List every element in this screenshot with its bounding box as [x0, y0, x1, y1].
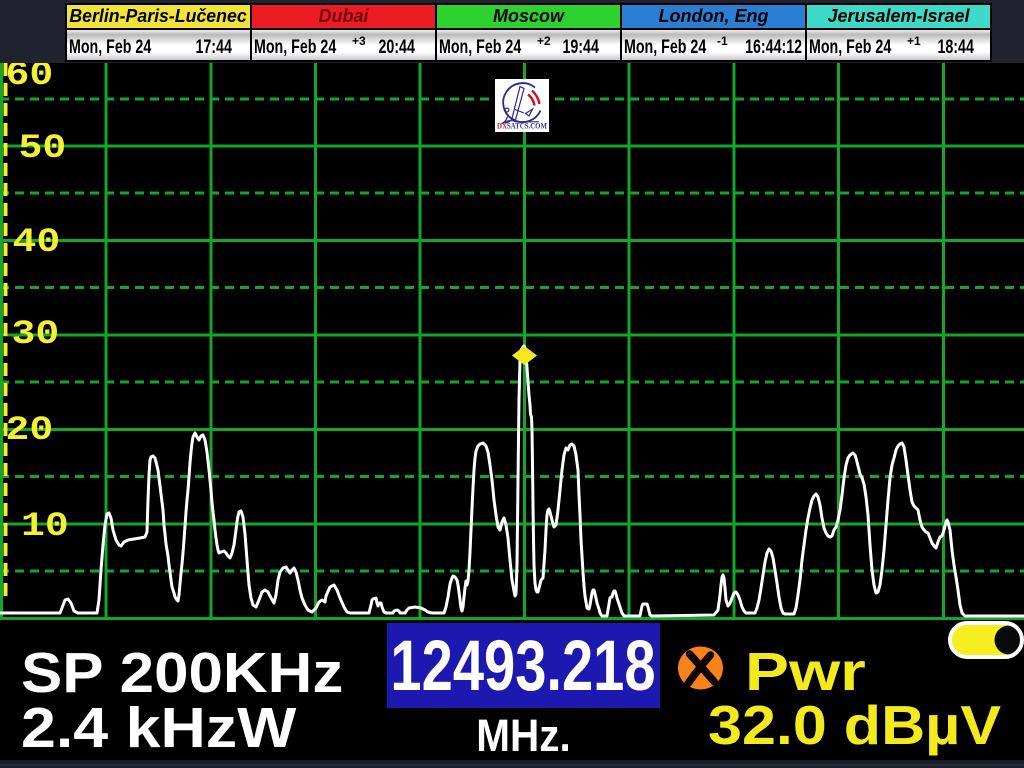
- svg-text:20: 20: [6, 411, 54, 450]
- svg-text:DXSATCS.COM: DXSATCS.COM: [497, 122, 547, 131]
- svg-text:40: 40: [13, 223, 61, 262]
- svg-text:30: 30: [12, 315, 60, 354]
- svg-text:10: 10: [21, 507, 69, 546]
- svg-text:50: 50: [19, 129, 67, 168]
